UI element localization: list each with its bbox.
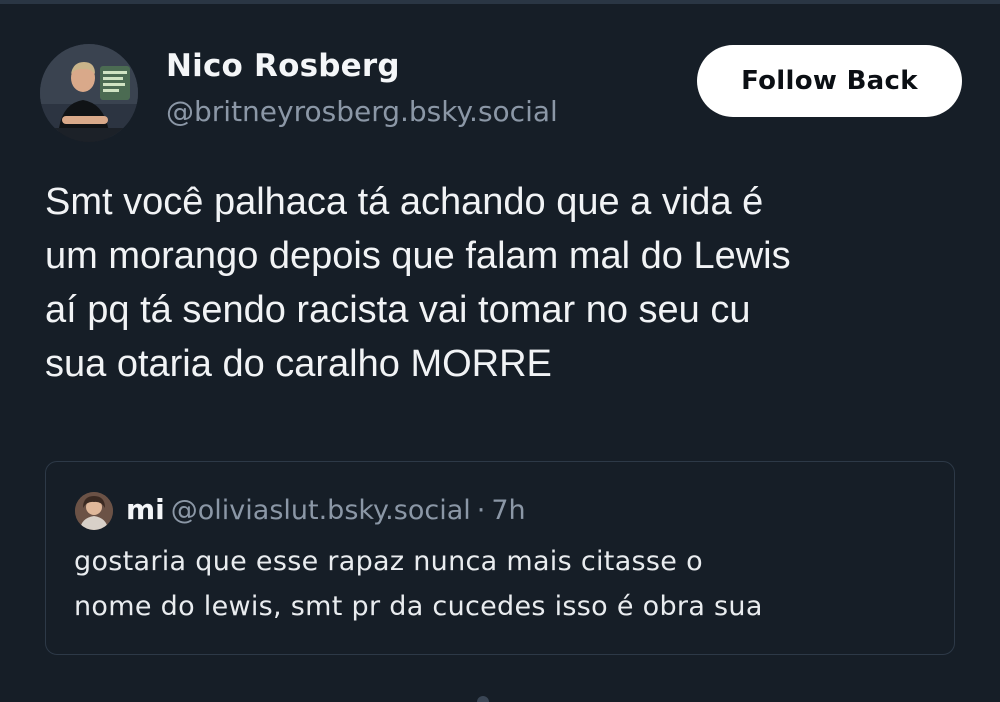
- scroll-indicator: [477, 696, 489, 702]
- author-display-name[interactable]: Nico Rosberg: [166, 48, 400, 84]
- quoted-post-card[interactable]: mi @oliviaslut.bsky.social · 7h gostaria qu…: [45, 461, 955, 655]
- author-avatar[interactable]: [40, 44, 138, 142]
- quoted-author-name[interactable]: mi: [126, 493, 165, 526]
- quoted-text-line: gostaria que esse rapaz nunca mais citas…: [74, 546, 703, 577]
- top-divider: [0, 0, 1000, 4]
- post-text-line: Smt você palhaca tá achando que a vida é: [45, 181, 764, 223]
- post-text-line: um morango depois que falam mal do Lewis: [45, 235, 791, 277]
- post-text: Smt você palhaca tá achando que a vida é…: [45, 175, 965, 391]
- post-text-line: aí pq tá sendo racista vai tomar no seu …: [45, 289, 751, 331]
- author-handle[interactable]: @britneyrosberg.bsky.social: [166, 95, 558, 128]
- quoted-author-avatar[interactable]: [75, 492, 113, 530]
- quoted-author-handle[interactable]: @oliviaslut.bsky.social: [171, 495, 471, 526]
- avatar-photo-icon: [75, 492, 113, 530]
- avatar-photo-icon: [40, 44, 138, 142]
- quoted-post-text: gostaria que esse rapaz nunca mais citas…: [74, 539, 944, 629]
- quoted-post-header: mi @oliviaslut.bsky.social · 7h: [126, 493, 526, 528]
- quoted-text-line: nome do lewis, smt pr da cucedes isso é …: [74, 591, 763, 622]
- quoted-post-timestamp: 7h: [491, 495, 526, 526]
- follow-back-button[interactable]: Follow Back: [697, 45, 962, 117]
- separator-dot: ·: [476, 495, 486, 526]
- post-text-line: sua otaria do caralho MORRE: [45, 343, 552, 385]
